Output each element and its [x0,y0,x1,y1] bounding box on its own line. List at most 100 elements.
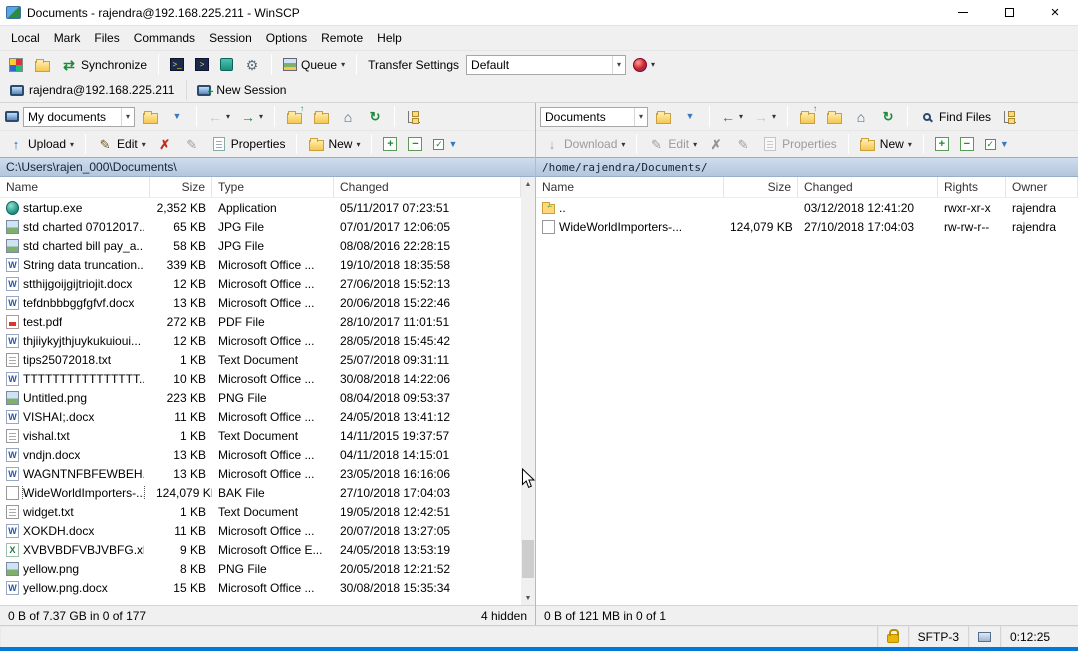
scrollbar-track[interactable] [521,191,535,591]
minimize-button[interactable] [940,0,986,25]
session-tab[interactable]: rajendra@192.168.225.211 [4,80,188,100]
file-row[interactable]: yellow.png 8 KB PNG File 20/05/2018 12:2… [0,559,521,578]
file-row[interactable]: XOKDH.docx 11 KB Microsoft Office ... 20… [0,521,521,540]
menu-help[interactable]: Help [370,28,409,48]
file-row[interactable]: XVBVBDFVBJVBFG.xlsx 9 KB Microsoft Offic… [0,540,521,559]
local-unselect-button[interactable]: − [404,135,426,153]
file-row[interactable]: stthijgoijgijtriojit.docx 12 KB Microsof… [0,274,521,293]
column-header-name[interactable]: Name [0,177,150,197]
menu-commands[interactable]: Commands [127,28,202,48]
local-select-button[interactable]: + [379,135,401,153]
file-row[interactable]: WideWorldImporters-... 124,079 KB 27/10/… [536,217,1078,236]
local-delete-button[interactable]: ✗ [153,134,177,154]
upload-button[interactable]: ↑ Upload ▾ [4,134,78,154]
file-row[interactable]: String data truncation... 339 KB Microso… [0,255,521,274]
remote-refresh-button[interactable]: ↻ [876,107,900,127]
file-row[interactable]: tefdnbbbggfgfvf.docx 13 KB Microsoft Off… [0,293,521,312]
local-new-button[interactable]: New ▾ [304,134,364,154]
putty-button[interactable]: > [191,56,213,73]
close-button[interactable]: × [1032,0,1078,25]
local-parent-directory-button[interactable]: ↑ [282,104,306,127]
find-files-button[interactable]: Find Files [915,107,995,127]
menu-local[interactable]: Local [4,28,47,48]
column-header-name[interactable]: Name [536,177,724,197]
new-session-button[interactable]: New Session [187,80,296,100]
column-header-owner[interactable]: Owner [1006,177,1078,197]
local-properties-button[interactable]: Properties [207,134,290,154]
remote-back-button[interactable]: ← ▾ [717,107,747,127]
file-row[interactable]: thjiiykyjthjuykukuioui... 12 KB Microsof… [0,331,521,350]
file-row[interactable]: .. 03/12/2018 12:41:20 rwxr-xr-x rajendr… [536,198,1078,217]
menu-files[interactable]: Files [87,28,126,48]
file-row[interactable]: WideWorldImporters-... 124,079 KB BAK Fi… [0,483,521,502]
local-edit-button[interactable]: ✎ Edit ▾ [93,134,150,154]
menu-options[interactable]: Options [259,28,314,48]
file-row[interactable]: VISHAI;.docx 11 KB Microsoft Office ... … [0,407,521,426]
menu-session[interactable]: Session [202,28,259,48]
local-home-directory-button[interactable]: ⌂ [336,107,360,127]
local-directory-tree-button[interactable] [402,107,426,127]
remote-select-button[interactable]: + [931,135,953,153]
file-row[interactable]: tips25072018.txt 1 KB Text Document 25/0… [0,350,521,369]
remote-rename-button[interactable]: ✎ [731,134,755,154]
local-selection-filter-button[interactable]: ✓ ▼ [429,137,461,152]
file-row[interactable]: WAGNTNFBFEWBEH... 13 KB Microsoft Office… [0,464,521,483]
local-vertical-scrollbar[interactable]: ▲ ▼ [521,177,535,605]
download-button[interactable]: ↓ Download ▾ [540,134,629,154]
remote-new-button[interactable]: New ▾ [856,134,916,154]
remote-home-directory-button[interactable]: ⌂ [849,107,873,127]
console-button[interactable]: >_ [166,56,188,73]
scroll-down-icon[interactable]: ▼ [521,591,535,605]
protocol-status[interactable]: SFTP-3 [907,626,968,647]
remote-unselect-button[interactable]: − [956,135,978,153]
local-back-button[interactable]: ← ▾ [204,107,234,127]
transfer-settings-select[interactable]: Default ▾ [466,54,627,75]
remote-forward-button[interactable]: → ▾ [750,107,780,127]
file-row[interactable]: vndjn.docx 13 KB Microsoft Office ... 04… [0,445,521,464]
remote-delete-button[interactable]: ✗ [704,134,728,154]
column-header-rights[interactable]: Rights [938,177,1006,197]
local-open-directory-button[interactable] [138,107,162,127]
file-row[interactable]: std charted 07012017.... 65 KB JPG File … [0,217,521,236]
remote-edit-button[interactable]: ✎ Edit ▾ [644,134,701,154]
file-row[interactable]: startup.exe 2,352 KB Application 05/11/2… [0,198,521,217]
session-status[interactable] [968,626,1000,647]
file-row[interactable]: test.pdf 272 KB PDF File 28/10/2017 11:0… [0,312,521,331]
column-header-size[interactable]: Size [150,177,212,197]
maximize-button[interactable] [986,0,1032,25]
local-refresh-button[interactable]: ↻ [363,107,387,127]
local-filter-button[interactable]: ▼ [165,107,189,127]
local-forward-button[interactable]: → ▾ [237,107,267,127]
local-rename-button[interactable]: ✎ [180,134,204,154]
remote-directory-select[interactable]: Documents ▾ [540,106,648,127]
column-header-type[interactable]: Type [212,177,334,197]
file-row[interactable]: std charted bill pay_a... 58 KB JPG File… [0,236,521,255]
local-root-directory-button[interactable] [309,107,333,127]
remote-open-directory-button[interactable] [651,107,675,127]
preferences-button[interactable]: ⚙ [240,55,264,75]
session-grid-button[interactable] [5,56,27,74]
scrollbar-thumb[interactable] [522,540,534,578]
column-header-changed[interactable]: Changed [798,177,938,197]
remote-selection-filter-button[interactable]: ✓ ▼ [981,137,1013,152]
local-path-bar[interactable]: C:\Users\rajen_000\Documents\ [0,157,535,177]
remote-properties-button[interactable]: Properties [758,134,841,154]
remote-path-bar[interactable]: /home/rajendra/Documents/ [536,157,1078,177]
menu-mark[interactable]: Mark [47,28,88,48]
remote-root-directory-button[interactable] [822,107,846,127]
column-header-size[interactable]: Size [724,177,798,197]
queue-button[interactable]: Queue ▾ [279,56,349,74]
remote-directory-tree-button[interactable] [998,107,1022,127]
file-row[interactable]: Untitled.png 223 KB PNG File 08/04/2018 … [0,388,521,407]
remote-parent-directory-button[interactable]: ↑ [795,104,819,127]
column-header-changed[interactable]: Changed [334,177,521,197]
file-row[interactable]: yellow.png.docx 15 KB Microsoft Office .… [0,578,521,597]
file-row[interactable]: vishal.txt 1 KB Text Document 14/11/2015… [0,426,521,445]
local-drive-select[interactable]: My documents ▾ [23,106,135,127]
site-manager-button[interactable] [30,55,54,75]
sync-browsing-button[interactable] [216,56,237,73]
file-row[interactable]: TTTTTTTTTTTTTTTT... 10 KB Microsoft Offi… [0,369,521,388]
synchronize-button[interactable]: ⇄ Synchronize [57,55,151,75]
file-row[interactable]: widget.txt 1 KB Text Document 19/05/2018… [0,502,521,521]
remote-filter-button[interactable]: ▼ [678,107,702,127]
